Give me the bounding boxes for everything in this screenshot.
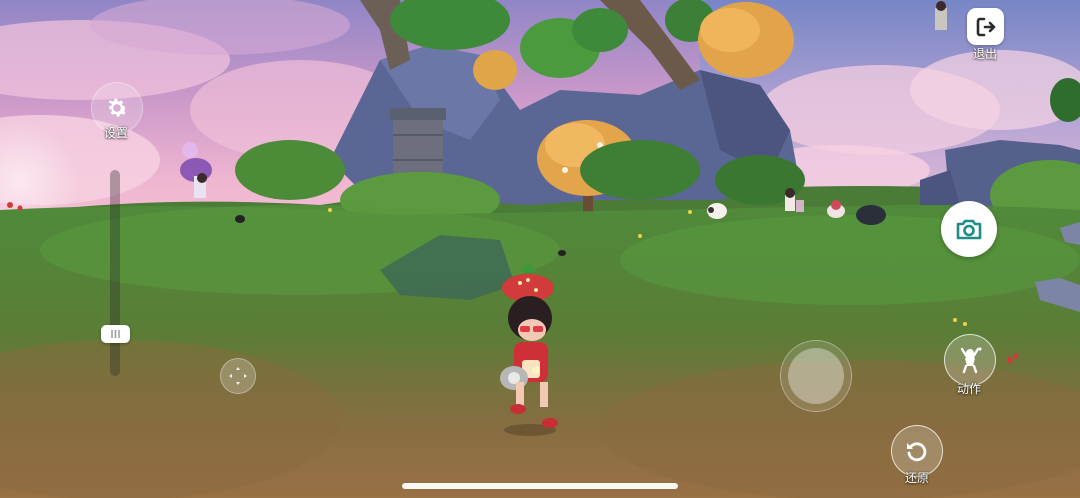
zoom-slider-thumb[interactable] [101,325,130,343]
home-indicator[interactable] [402,483,678,489]
zoom-slider-track[interactable] [110,170,120,376]
movement-joystick[interactable] [220,358,256,394]
exit-door-icon [974,15,998,39]
dance-pose-icon [956,345,984,375]
restore-label: 还原 [904,471,929,485]
game-screen: 设置 退出 动作 还原 [0,0,1080,498]
game-world[interactable] [0,0,1080,498]
actions-label: 动作 [956,382,981,396]
actions-button[interactable] [944,334,996,386]
camera-icon [955,217,983,241]
rotate-ccw-icon [904,438,930,464]
exit-button[interactable] [967,8,1004,45]
settings-label: 设置 [103,126,128,140]
npc-top-right[interactable] [935,1,947,30]
camera-button[interactable] [941,201,997,257]
joystick-arrows-icon [225,363,251,389]
jump-button-inner [788,348,844,404]
npc-sheep[interactable] [707,203,727,219]
exit-label: 退出 [972,47,997,61]
gear-icon [104,95,130,121]
jump-button[interactable] [780,340,852,412]
